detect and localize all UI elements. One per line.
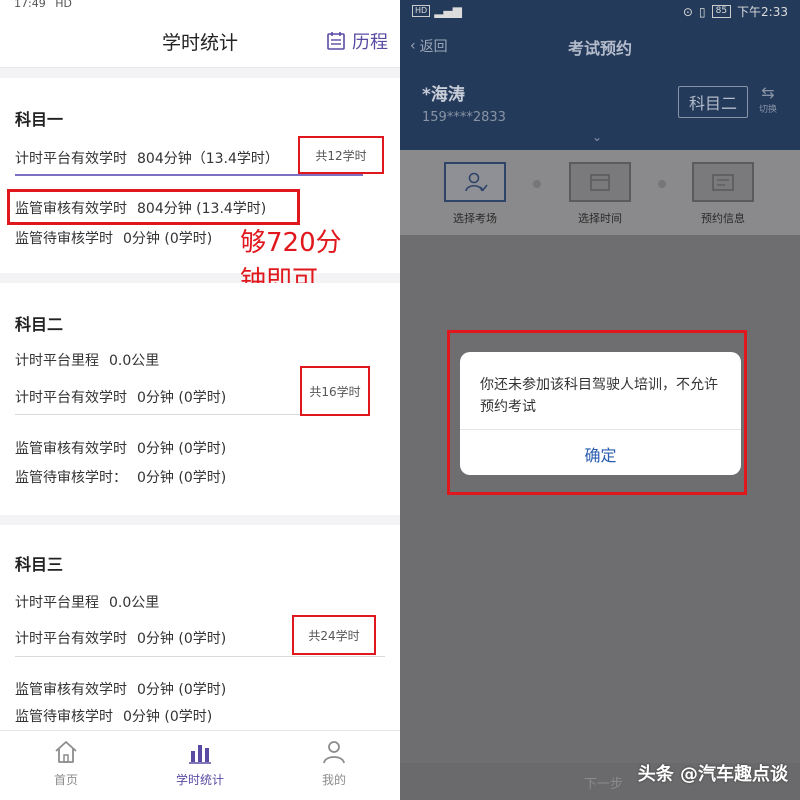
stat-row: 监管待审核学时 0分钟 (0学时) — [15, 709, 213, 725]
step-dot — [533, 180, 541, 188]
stat-row: 监管待审核学时 0分钟 (0学时) — [15, 231, 213, 247]
tab-study-hours[interactable]: 学时统计 — [160, 739, 240, 788]
chevron-down-icon[interactable]: ⌄ — [592, 130, 602, 144]
step-dot — [658, 180, 666, 188]
dialog-message: 你还未参加该科目驾驶人培训，不允许预约考试 — [480, 377, 718, 415]
home-icon — [55, 741, 77, 763]
bar-chart-icon — [189, 745, 211, 764]
bottom-tab-bar: 首页 学时统计 我的 — [0, 730, 400, 800]
step-select-venue[interactable]: 选择考场 — [430, 162, 520, 226]
signal-icon: ▂▄▆ — [434, 4, 462, 18]
location-icon: ⊙ — [682, 4, 693, 19]
stat-row: 监管待审核学时： 0分钟 (0学时) — [15, 470, 227, 486]
status-network: HD — [55, 0, 72, 10]
status-bar: HD ▂▄▆ ⊙ ▯ 85 下午2:33 — [400, 0, 800, 22]
total-hours-badge: 共24学时 — [292, 615, 376, 655]
tab-profile[interactable]: 我的 — [294, 739, 374, 788]
subject-three-title: 科目三 — [15, 555, 64, 574]
confirm-button[interactable]: 确定 — [460, 442, 741, 466]
subject-two-title: 科目二 — [15, 315, 64, 334]
user-icon — [323, 741, 345, 764]
stat-row: 监管审核有效学时 0分钟 (0学时) — [15, 441, 227, 457]
stat-row: 计时平台里程 0.0公里 — [15, 595, 160, 611]
stat-row: 计时平台有效学时 0分钟 (0学时) — [15, 631, 227, 647]
battery-level: 85 — [711, 5, 732, 18]
step-select-time[interactable]: 选择时间 — [555, 162, 645, 226]
vibrate-icon: ▯ — [698, 4, 706, 19]
watermark: 头条 @汽车趣点谈 — [637, 764, 788, 785]
stat-row: 计时平台有效学时 804分钟（13.4学时） — [15, 151, 279, 167]
history-label: 历程 — [352, 32, 388, 53]
calendar-icon — [327, 32, 345, 50]
subject-select-button[interactable]: 科目二 — [678, 86, 748, 118]
total-hours-badge: 共12学时 — [298, 136, 384, 174]
history-button[interactable]: 历程 — [326, 28, 388, 54]
divider — [460, 429, 741, 430]
swap-icon: ⇆ — [761, 83, 775, 102]
subject-two-card: 科目二 计时平台里程 0.0公里 计时平台有效学时 0分钟 (0学时) 共16学时 … — [0, 283, 400, 515]
divider — [15, 174, 363, 176]
calendar-icon — [590, 174, 610, 191]
subject-three-card: 科目三 计时平台里程 0.0公里 计时平台有效学时 0分钟 (0学时) 共24学时 … — [0, 525, 400, 730]
tab-home[interactable]: 首页 — [26, 739, 106, 788]
stat-row: 监管审核有效学时 0分钟 (0学时) — [15, 682, 227, 698]
status-time: 下午2:33 — [737, 5, 788, 19]
status-time: 17:49 — [14, 0, 46, 10]
left-phone-screen: 17:49 HD 学时统计 历程 科目一 计时平台有效学时 804分钟（13.4学… — [0, 0, 400, 800]
header-panel: HD ▂▄▆ ⊙ ▯ 85 下午2:33 ‹ 返回 考试预约 *海涛 159**… — [400, 0, 800, 150]
user-phone: 159****2833 — [422, 110, 506, 125]
hd-indicator: HD — [412, 5, 431, 17]
step-booking-info[interactable]: 预约信息 — [678, 162, 768, 226]
right-phone-screen: HD ▂▄▆ ⊙ ▯ 85 下午2:33 ‹ 返回 考试预约 *海涛 159**… — [400, 0, 800, 800]
nav-bar: 学时统计 历程 — [0, 14, 400, 68]
step-indicator: 选择考场 选择时间 预约信息 — [400, 150, 800, 235]
person-icon — [465, 172, 488, 192]
divider — [15, 656, 385, 657]
alert-dialog: 你还未参加该科目驾驶人培训，不允许预约考试 确定 — [460, 352, 741, 475]
total-hours-badge: 共16学时 — [300, 366, 370, 416]
stat-row: 计时平台里程 0.0公里 — [15, 353, 160, 369]
stat-row: 计时平台有效学时 0分钟 (0学时) — [15, 390, 227, 406]
status-bar: 17:49 HD — [0, 0, 400, 14]
subject-one-title: 科目一 — [15, 110, 64, 129]
page-title: 考试预约 — [567, 39, 632, 58]
stat-row: 监管审核有效学时 804分钟 (13.4学时) — [15, 201, 267, 217]
switch-button[interactable]: ⇆ 切换 — [754, 83, 782, 116]
id-card-icon — [712, 174, 734, 191]
subject-one-card: 科目一 计时平台有效学时 804分钟（13.4学时） 共12学时 监管审核有效学时… — [0, 78, 400, 296]
user-name: *海涛 — [422, 85, 465, 105]
